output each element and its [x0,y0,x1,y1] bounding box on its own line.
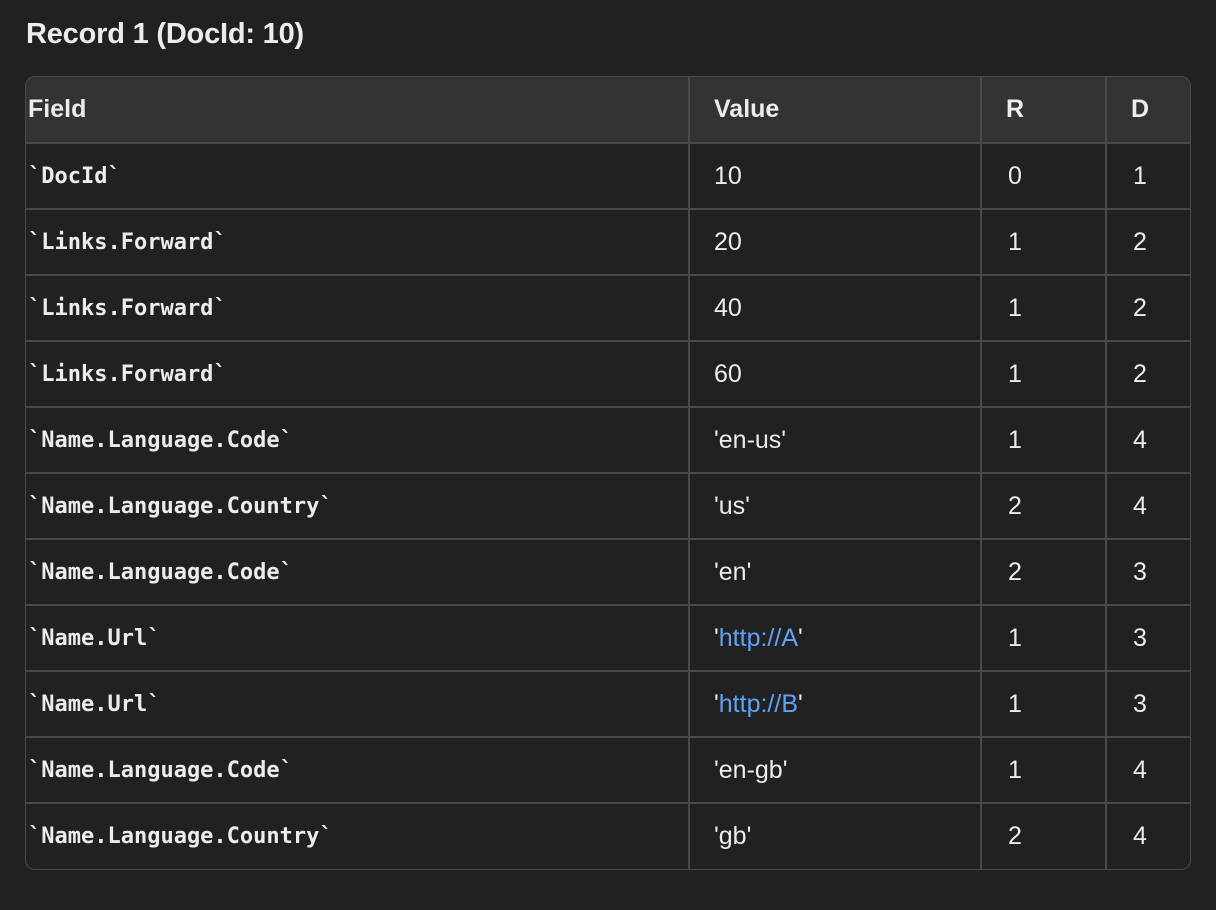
table-row: `Name.Language.Code` 'en' 2 3 [26,539,1190,606]
r-cell: 1 [981,605,1107,672]
d-cell: 3 [1106,539,1190,606]
field-cell: `Name.Language.Code` [26,737,690,804]
value-cell: 'en' [689,539,982,606]
d-cell: 4 [1106,407,1190,474]
d-cell: 4 [1106,737,1190,804]
table-row: `DocId` 10 0 1 [26,143,1190,210]
r-cell: 2 [981,539,1107,606]
value-cell: 60 [689,341,982,408]
value-cell: 40 [689,275,982,342]
table-row: `Name.Language.Code` 'en-us' 1 4 [26,407,1190,474]
value-suffix: ' [798,689,803,718]
value-cell: 'http://A' [689,605,982,672]
record-table-container: Field Value R D `DocId` 10 0 1 `Links.Forwar… [25,76,1191,870]
field-cell: `Name.Language.Code` [26,407,690,474]
value-cell: 'gb' [689,803,982,869]
value-suffix: ' [798,623,803,652]
r-cell: 1 [981,671,1107,738]
field-cell: `DocId` [26,143,690,210]
record-table: Field Value R D `DocId` 10 0 1 `Links.Forwar… [26,77,1190,869]
table-row: `Links.Forward` 20 1 2 [26,209,1190,276]
field-cell: `Links.Forward` [26,341,690,408]
d-cell: 2 [1106,275,1190,342]
d-cell: 3 [1106,605,1190,672]
url-link[interactable]: http://A [719,624,798,652]
d-cell: 3 [1106,671,1190,738]
d-cell: 2 [1106,209,1190,276]
value-cell: 'en-gb' [689,737,982,804]
field-cell: `Name.Language.Code` [26,539,690,606]
r-cell: 2 [981,473,1107,540]
r-cell: 1 [981,407,1107,474]
d-cell: 1 [1106,143,1190,210]
field-cell: `Name.Url` [26,671,690,738]
value-text: 10 [714,161,742,190]
value-text: 'en-us' [714,425,787,454]
column-header-d: D [1106,77,1190,144]
r-cell: 2 [981,803,1107,869]
field-cell: `Links.Forward` [26,209,690,276]
table-row: `Name.Language.Country` 'us' 2 4 [26,473,1190,540]
table-row: `Name.Language.Code` 'en-gb' 1 4 [26,737,1190,804]
url-link[interactable]: http://B [719,690,798,718]
value-text: 'us' [714,491,750,520]
column-header-field: Field [26,77,690,144]
value-text: 20 [714,227,742,256]
table-row: `Links.Forward` 40 1 2 [26,275,1190,342]
value-text: 60 [714,359,742,388]
d-cell: 2 [1106,341,1190,408]
r-cell: 1 [981,341,1107,408]
r-cell: 0 [981,143,1107,210]
r-cell: 1 [981,209,1107,276]
column-header-value: Value [689,77,982,144]
record-heading: Record 1 (DocId: 10) [26,18,304,50]
r-cell: 1 [981,737,1107,804]
value-text: 'en-gb' [714,755,788,784]
field-cell: `Links.Forward` [26,275,690,342]
value-cell: 'us' [689,473,982,540]
value-cell: 10 [689,143,982,210]
value-cell: 'en-us' [689,407,982,474]
value-cell: 20 [689,209,982,276]
d-cell: 4 [1133,822,1147,850]
d-cell: 4 [1106,473,1190,540]
field-cell: `Name.Language.Country` [26,803,690,869]
table-row: `Links.Forward` 60 1 2 [26,341,1190,408]
table-row: `Name.Url`'http://A' 1 3 [26,605,1190,672]
value-text: 'gb' [714,822,752,850]
value-cell: 'http://B' [689,671,982,738]
field-cell: `Name.Language.Country` [26,473,690,540]
field-cell: `Name.Url` [26,605,690,672]
table-row: `Name.Language.Country` 'gb' 2 4 [26,803,1190,869]
value-text: 40 [714,293,742,322]
value-text: 'en' [714,557,752,586]
column-header-r: R [981,77,1107,144]
table-row: `Name.Url`'http://B' 1 3 [26,671,1190,738]
r-cell: 1 [981,275,1107,342]
table-header-row: Field Value R D [26,77,1190,144]
